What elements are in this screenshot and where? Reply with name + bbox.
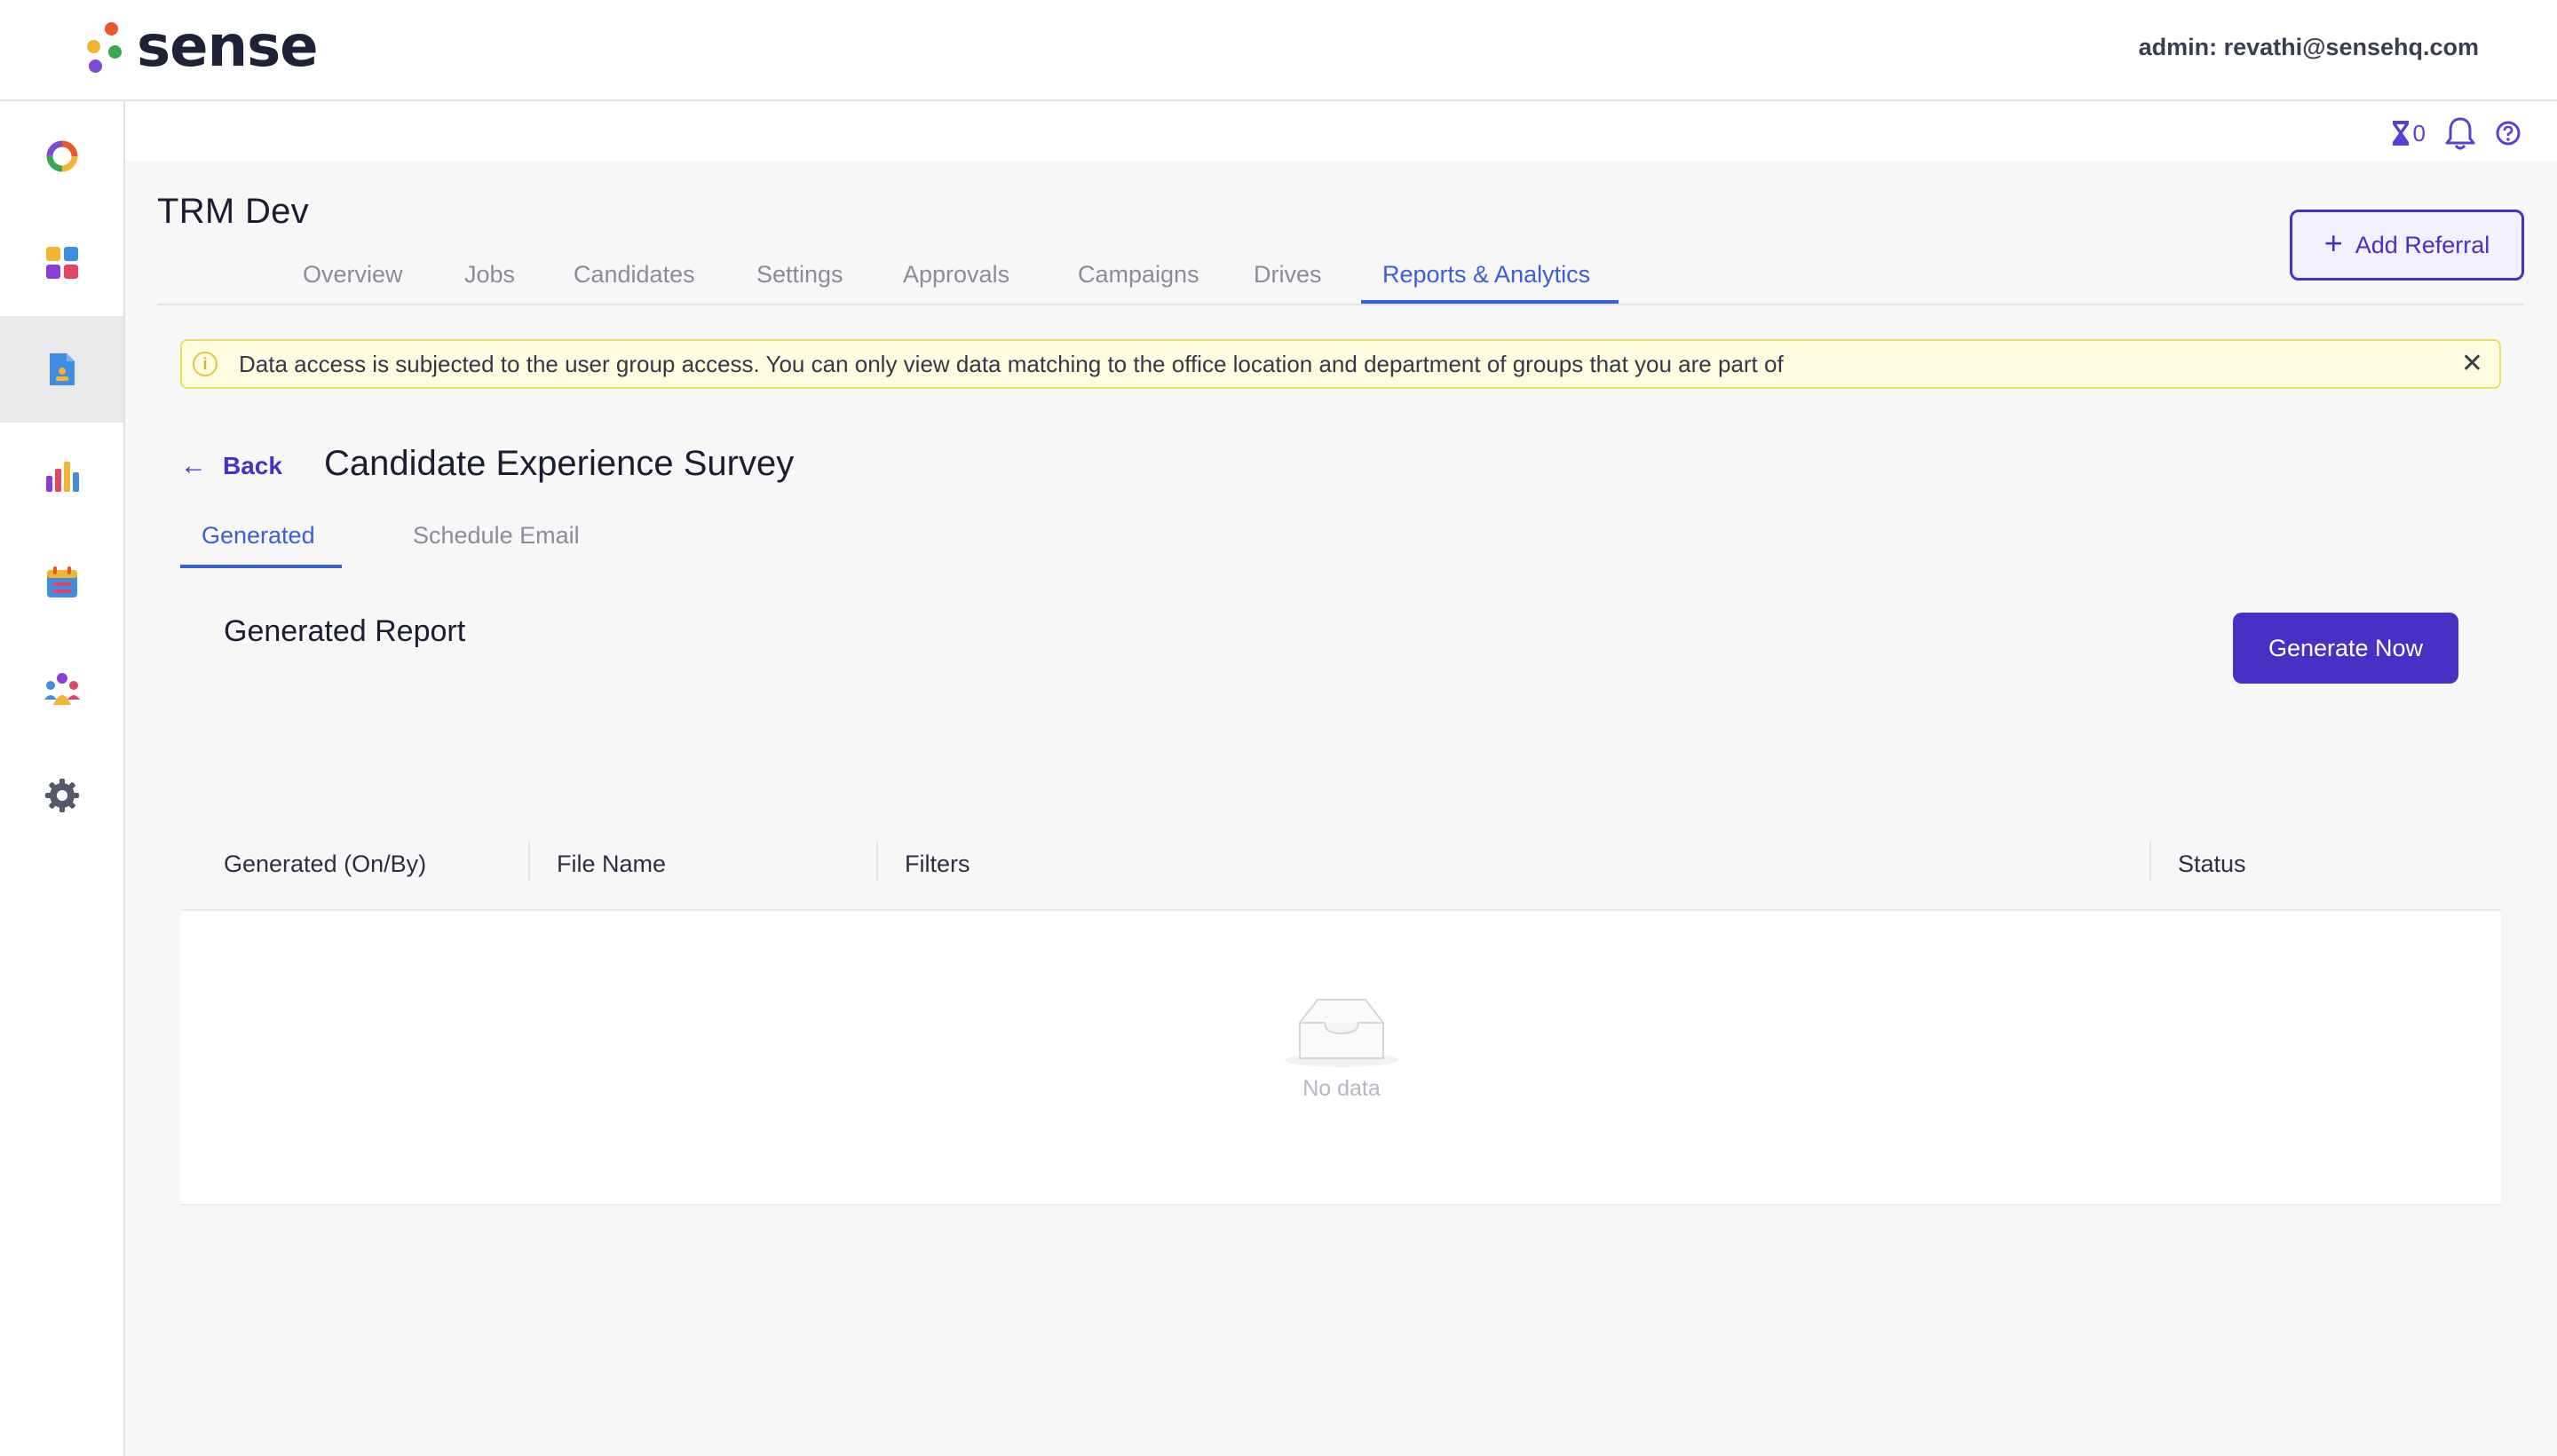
empty-inbox-icon [1285,999,1398,1067]
tab-overview[interactable]: Overview [303,261,403,289]
column-filters[interactable]: Filters [905,851,970,878]
column-file-name[interactable]: File Name [557,851,666,878]
sidebar-item-dashboard[interactable] [0,210,123,316]
subtab-schedule-email[interactable]: Schedule Email [413,522,580,550]
dashboard-grid-icon [45,247,78,279]
bell-icon[interactable] [2443,115,2477,151]
sidebar-item-settings[interactable] [0,742,123,849]
logo-text: sense [137,14,319,80]
sidebar-item-people[interactable] [0,636,123,742]
back-button[interactable]: ← Back [180,451,282,481]
column-generated-on-by[interactable]: Generated (On/By) [224,851,426,878]
calendar-icon [46,566,77,597]
report-subtabs: Generated Schedule Email [180,494,802,570]
admin-user-label[interactable]: admin: revathi@sensehq.com [2139,34,2479,61]
sidebar-item-reports[interactable] [0,316,123,423]
banner-text: Data access is subjected to the user gro… [239,350,1784,377]
column-status[interactable]: Status [2178,851,2246,878]
tab-approvals[interactable]: Approvals [903,261,1009,289]
back-label: Back [223,452,282,479]
sidebar-item-analytics[interactable] [0,423,123,529]
sidebar [0,101,125,1456]
generate-now-button[interactable]: Generate Now [2233,613,2458,684]
active-tab-indicator [1361,300,1619,304]
help-icon[interactable] [2495,120,2521,146]
logo-dots-icon [83,19,124,75]
sidebar-item-calendar[interactable] [0,529,123,636]
active-subtab-indicator [180,565,342,568]
gear-icon [44,779,79,812]
sense-logo[interactable]: sense [83,14,319,80]
people-icon [44,673,80,705]
subtab-generated[interactable]: Generated [202,522,315,550]
info-icon: i [193,352,218,376]
pending-tasks[interactable]: 0 [2390,119,2426,147]
tab-reports-analytics[interactable]: Reports & Analytics [1382,261,1590,289]
document-icon [49,353,75,385]
close-icon[interactable]: ✕ [2461,350,2483,378]
sidebar-item-home[interactable] [0,103,123,210]
pending-count: 0 [2412,119,2426,146]
tab-settings[interactable]: Settings [756,261,843,289]
no-data-text: No data [1302,1076,1381,1101]
section-title: Generated Report [224,614,466,648]
tab-campaigns[interactable]: Campaigns [1078,261,1199,289]
hourglass-icon [2392,121,2409,146]
utility-bar: 0 [125,101,2557,162]
arrow-left-icon: ← [180,451,207,480]
empty-state: No data [1244,993,1439,1102]
table-header: Generated (On/By) File Name Filters Stat… [180,829,2501,911]
report-title: Candidate Experience Survey [324,444,795,483]
page-title: TRM Dev [157,192,309,231]
column-divider [2149,842,2151,881]
main-content: 0 TRM Dev + Add Referral Overview Jobs C… [125,101,2557,1456]
access-info-banner: i Data access is subjected to the user g… [180,339,2501,389]
column-divider [876,842,878,881]
table-body: No data [180,911,2501,1206]
tab-jobs[interactable]: Jobs [464,261,515,289]
tab-candidates[interactable]: Candidates [574,261,695,289]
sense-ring-icon [46,140,77,172]
column-divider [528,842,530,881]
tab-drives[interactable]: Drives [1254,261,1322,289]
bar-chart-icon [45,462,79,492]
main-tabs: Overview Jobs Candidates Settings Approv… [157,250,2524,305]
top-bar: sense admin: revathi@sensehq.com [0,0,2557,101]
